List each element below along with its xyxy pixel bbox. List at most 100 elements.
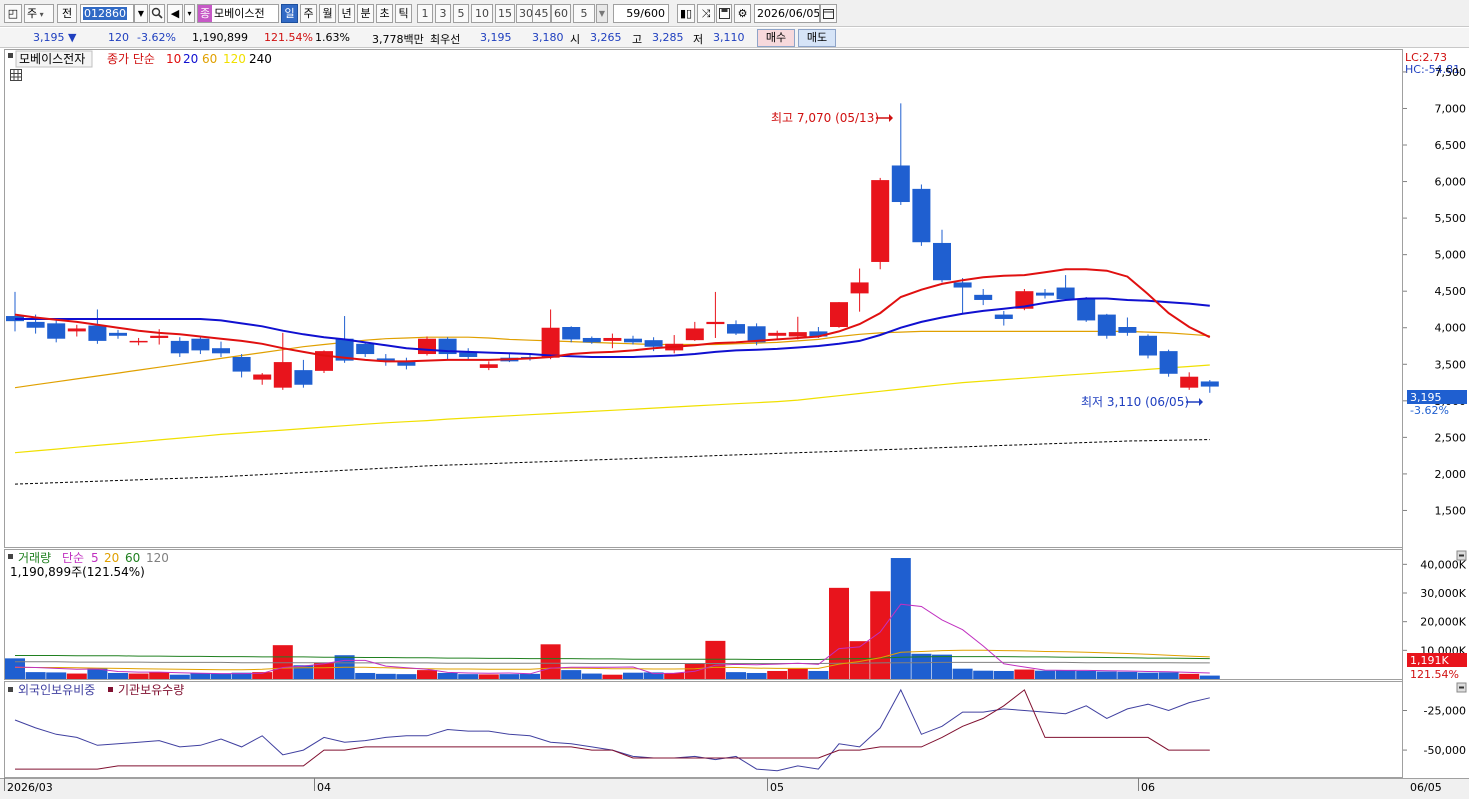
all-button[interactable]: 전 [57, 4, 77, 23]
custom-interval-input[interactable]: 5 [573, 4, 595, 23]
volume-bar [478, 674, 499, 679]
price-panel[interactable] [4, 49, 1403, 548]
volume-bar [458, 674, 479, 679]
period-second-tab[interactable]: 초 [376, 4, 393, 23]
chart-toolbar: ◰ 주 ▾ 전 012860 ▼ ◀ ▾ 종 모베이스전 일 주 월 년 분 초 … [0, 0, 1469, 27]
volume-bar [623, 672, 643, 679]
period-month-tab[interactable]: 월 [319, 4, 336, 23]
sell-button[interactable]: 매도 [798, 29, 836, 47]
trade-volume: 1,190,899 [192, 31, 248, 44]
interval-1-button[interactable]: 1 [417, 4, 433, 23]
indicator-button[interactable]: ⤨ [697, 4, 715, 23]
interval-dropdown-button[interactable]: ▼ [596, 4, 608, 23]
volume-bar [66, 673, 87, 679]
volume-bar [1199, 675, 1220, 679]
turnover-pct: 1.63% [315, 31, 350, 44]
vma20-legend: 20 [104, 551, 119, 565]
candle-type-button[interactable]: ▮▯ [677, 4, 695, 23]
save-button[interactable] [716, 4, 732, 23]
volume-bar [396, 674, 417, 679]
sound-dropdown-button[interactable]: ▾ [184, 4, 195, 23]
interval-3-button[interactable]: 3 [435, 4, 451, 23]
market-type-select[interactable]: 주 ▾ [24, 4, 54, 23]
volume-bar [602, 674, 623, 679]
window-icon[interactable]: ◰ [4, 4, 22, 23]
current-price: 3,195 [33, 31, 65, 44]
interval-45-button[interactable]: 45 [532, 4, 551, 23]
stock-chart-svg[interactable]: 모베이스전자 종가 단순 10 20 60 120 240 LC:2.73 HC… [0, 49, 1469, 799]
interval-5-button[interactable]: 5 [453, 4, 469, 23]
candle-body [768, 332, 787, 336]
volume-bar [272, 645, 293, 679]
x-label-06: 06 [1141, 781, 1155, 794]
close-panel-icon[interactable] [1456, 682, 1467, 693]
y-tick-label: -50,000 [1424, 744, 1466, 757]
interval-10-button[interactable]: 10 [471, 4, 493, 23]
candlestick-icon: ▮▯ [679, 7, 693, 20]
candle-body [1159, 351, 1178, 374]
settings-button[interactable]: ⚙ [734, 4, 751, 23]
candle-body [294, 370, 313, 385]
chevron-down-icon: ▾ [187, 9, 192, 18]
holding-panel[interactable] [4, 681, 1403, 778]
y-tick-label: 6,500 [1435, 139, 1467, 152]
volume-panel[interactable] [4, 549, 1403, 680]
stock-code-input[interactable]: 012860 [80, 4, 134, 23]
best-ask: 3,195 [480, 31, 512, 44]
vma120-legend: 120 [146, 551, 169, 565]
trade-amount: 3,778백만 [372, 33, 424, 46]
volume-bar [314, 662, 334, 679]
x-label-2026-03: 2026/03 [7, 781, 53, 794]
period-day-tab[interactable]: 일 [281, 4, 298, 23]
candle-body [603, 337, 622, 341]
volume-bar [808, 670, 829, 679]
candle-body [994, 314, 1013, 319]
search-button[interactable] [149, 4, 165, 23]
volume-bar [1158, 672, 1179, 679]
code-dropdown-button[interactable]: ▼ [134, 4, 148, 23]
y-tick-label: 30,000K [1420, 587, 1466, 600]
candle-body [356, 343, 375, 355]
buy-button[interactable]: 매수 [757, 29, 795, 47]
interval-60-button[interactable]: 60 [551, 4, 571, 23]
volume-bar [581, 673, 602, 679]
best-quote-label: 최우선 [430, 33, 461, 46]
quote-bar: 3,195 ▼ 120 -3.62% 1,190,899 121.54% 1.6… [0, 28, 1469, 48]
y-tick-label: 2,000 [1435, 468, 1467, 481]
candle-body [1097, 314, 1116, 336]
x-axis-area [0, 778, 1469, 799]
y-tick-label: 2,500 [1435, 431, 1467, 444]
high-annotation: 최고 7,070 (05/13) [771, 111, 879, 125]
candle-body [727, 324, 745, 334]
volume-bar [1138, 672, 1158, 679]
period-year-tab[interactable]: 년 [338, 4, 355, 23]
y-tick-label: 4,500 [1435, 285, 1467, 298]
period-week-tab[interactable]: 주 [300, 4, 317, 23]
grid-icon[interactable] [10, 69, 22, 81]
candle-body [582, 337, 601, 343]
candle-body [850, 282, 869, 294]
y-tick-label: -25,000 [1424, 705, 1466, 718]
volume-bar [108, 672, 128, 679]
interval-15-button[interactable]: 15 [495, 4, 515, 23]
chart-area[interactable]: 모베이스전자 종가 단순 10 20 60 120 240 LC:2.73 HC… [0, 49, 1469, 799]
y-tick-label: 7,000 [1435, 102, 1467, 115]
volume-bar [540, 644, 561, 679]
candle-body [933, 242, 951, 281]
price-change-pct: -3.62% [137, 31, 176, 44]
volume-bar [767, 670, 788, 679]
period-minute-tab[interactable]: 분 [357, 4, 374, 23]
candle-body [706, 321, 725, 325]
candle-body [26, 321, 45, 328]
period-tick-tab[interactable]: 틱 [395, 4, 412, 23]
candle-body [129, 340, 148, 343]
calendar-button[interactable] [820, 4, 837, 23]
sound-button[interactable]: ◀ [167, 4, 183, 23]
stock-name-field[interactable]: 종 모베이스전 [197, 4, 279, 23]
data-count-input[interactable]: 59/600 [613, 4, 669, 23]
date-input[interactable]: 2026/06/05 [754, 4, 820, 23]
candle-body [912, 188, 931, 243]
low-annotation: 최저 3,110 (06/05) [1081, 395, 1189, 409]
chevron-down-icon: ▼ [598, 9, 606, 18]
low-price: 3,110 [713, 31, 745, 44]
